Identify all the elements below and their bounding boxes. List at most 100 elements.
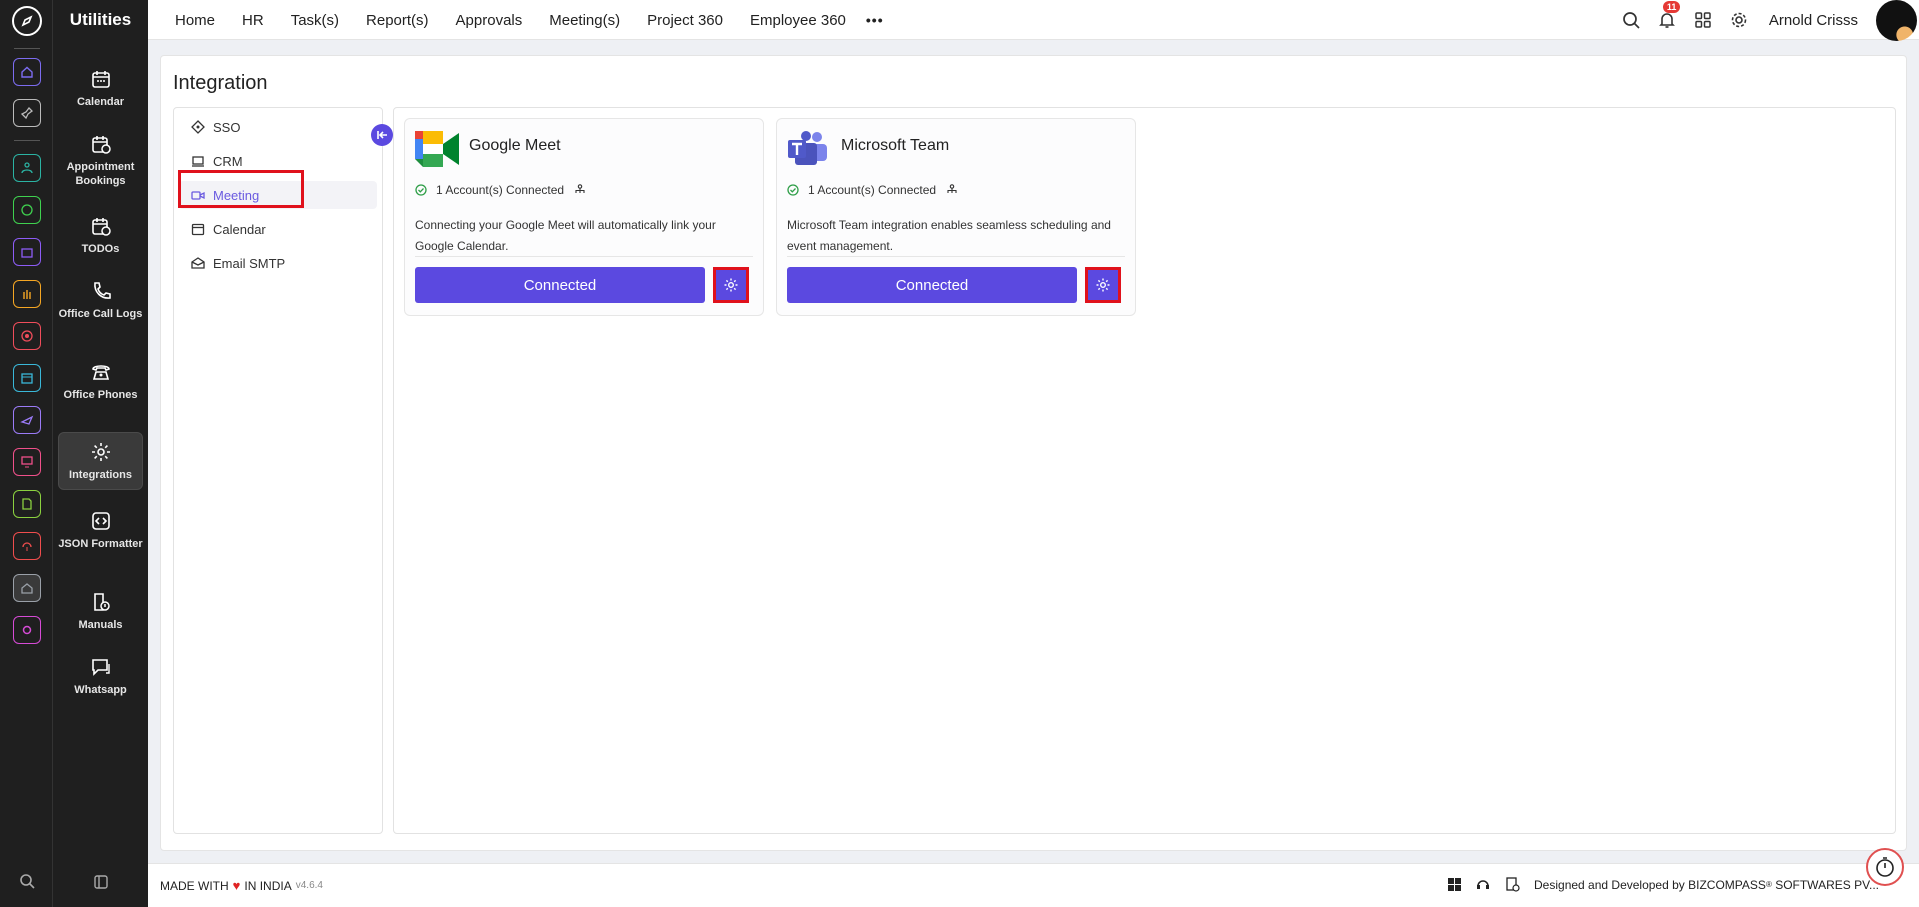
document-icon[interactable] bbox=[13, 490, 41, 518]
rail-divider bbox=[14, 140, 40, 141]
house-icon[interactable] bbox=[13, 574, 41, 602]
heart-icon: ♥ bbox=[232, 878, 241, 893]
registered-mark: ® bbox=[1765, 880, 1772, 889]
gear-icon bbox=[1096, 278, 1110, 292]
nav-hr[interactable]: HR bbox=[242, 12, 264, 29]
menu-item-email-smtp[interactable]: Email SMTP bbox=[179, 249, 377, 277]
briefcase-icon[interactable] bbox=[13, 238, 41, 266]
monitor-icon[interactable] bbox=[13, 448, 41, 476]
sidebar-item-json-formatter[interactable]: JSON Formatter bbox=[58, 502, 143, 568]
google-meet-card: Google Meet 1 Account(s) Connected Conne… bbox=[404, 118, 764, 316]
connected-button[interactable]: Connected bbox=[415, 267, 705, 303]
settings-button[interactable] bbox=[713, 267, 749, 303]
in-india-label: IN INDIA bbox=[244, 878, 292, 893]
pin-icon[interactable] bbox=[13, 99, 41, 127]
sidebar-item-label: Integrations bbox=[69, 469, 132, 481]
money-icon[interactable] bbox=[13, 196, 41, 224]
integration-name: Google Meet bbox=[469, 137, 561, 154]
gear-icon bbox=[91, 443, 110, 461]
sidebar-item-label: JSON Formatter bbox=[58, 538, 143, 550]
calendar-icon bbox=[191, 223, 205, 236]
connected-button[interactable]: Connected bbox=[787, 267, 1077, 303]
made-in-india-text: MADE WITH ♥ IN INDIA v4.6.4 bbox=[160, 878, 323, 893]
connection-status: 1 Account(s) Connected bbox=[415, 183, 595, 197]
card-divider bbox=[787, 256, 1125, 257]
document-money-icon[interactable] bbox=[1505, 877, 1520, 892]
integration-menu: SSO CRM Meeting Calendar Email SMTP bbox=[173, 107, 383, 834]
nav-tasks[interactable]: Task(s) bbox=[291, 12, 339, 29]
gear-icon bbox=[724, 278, 738, 292]
menu-item-sso[interactable]: SSO bbox=[179, 113, 377, 141]
sidebar-item-integrations[interactable]: Integrations bbox=[58, 432, 143, 490]
nav-home[interactable]: Home bbox=[175, 12, 215, 29]
nav-meetings[interactable]: Meeting(s) bbox=[549, 12, 620, 29]
sidebar-item-office-call-logs[interactable]: Office Call Logs bbox=[58, 272, 143, 338]
menu-item-label: Email SMTP bbox=[213, 255, 286, 271]
compass-logo-icon[interactable] bbox=[12, 6, 42, 36]
footer: MADE WITH ♥ IN INDIA v4.6.4 Designed and… bbox=[148, 863, 1919, 907]
settings-gear-icon[interactable] bbox=[1729, 10, 1749, 30]
nav-project-360[interactable]: Project 360 bbox=[647, 12, 723, 29]
target-icon[interactable] bbox=[13, 322, 41, 350]
nav-more-button[interactable]: ••• bbox=[866, 12, 884, 28]
arrow-left-bar-icon bbox=[377, 131, 387, 139]
archive-icon[interactable] bbox=[13, 364, 41, 392]
hierarchy-icon[interactable] bbox=[946, 184, 958, 196]
search-icon[interactable] bbox=[18, 872, 36, 890]
utilities-sidebar: Utilities Calendar Appointment Bookings … bbox=[53, 0, 148, 907]
menu-item-label: Calendar bbox=[213, 221, 266, 237]
stopwatch-button[interactable] bbox=[1866, 848, 1904, 886]
integration-description: Microsoft Team integration enables seaml… bbox=[787, 218, 1111, 253]
calendar-icon bbox=[91, 71, 110, 88]
sidebar-item-manuals[interactable]: Manuals bbox=[58, 583, 143, 635]
sidebar-item-appointment-bookings[interactable]: Appointment Bookings bbox=[58, 125, 143, 191]
mail-icon bbox=[191, 257, 205, 269]
sidebar-item-todos[interactable]: TODOs bbox=[58, 207, 143, 259]
designed-by-label: Designed and Developed by bbox=[1534, 877, 1685, 892]
status-text: 1 Account(s) Connected bbox=[808, 183, 937, 197]
menu-item-calendar[interactable]: Calendar bbox=[179, 215, 377, 243]
connection-status: 1 Account(s) Connected bbox=[787, 183, 967, 197]
home-icon[interactable] bbox=[13, 58, 41, 86]
hierarchy-icon[interactable] bbox=[574, 184, 586, 196]
notification-bell-icon[interactable]: 11 bbox=[1657, 1, 1681, 30]
hand-icon[interactable] bbox=[13, 280, 41, 308]
sidebar-collapse-icon[interactable] bbox=[93, 874, 109, 890]
version-label: v4.6.4 bbox=[295, 880, 323, 891]
plane-icon[interactable] bbox=[13, 406, 41, 434]
settings-icon[interactable] bbox=[13, 616, 41, 644]
menu-item-label: SSO bbox=[213, 119, 241, 135]
footer-right: Designed and Developed by BIZCOMPASS ® SO… bbox=[1447, 877, 1879, 892]
nav-approvals[interactable]: Approvals bbox=[456, 12, 523, 29]
sidebar-item-label: Manuals bbox=[78, 619, 123, 631]
collapse-menu-button[interactable] bbox=[371, 124, 393, 146]
notification-count-badge: 11 bbox=[1662, 1, 1681, 13]
microsoft-team-card: Microsoft Team 1 Account(s) Connected Mi… bbox=[776, 118, 1136, 316]
support-icon[interactable] bbox=[13, 532, 41, 560]
integration-cards-panel: Google Meet 1 Account(s) Connected Conne… bbox=[393, 107, 1896, 834]
search-icon[interactable] bbox=[1621, 10, 1641, 30]
nav-employee-360[interactable]: Employee 360 bbox=[750, 12, 846, 29]
sidebar-item-office-phones[interactable]: Office Phones bbox=[58, 353, 143, 419]
meeting-highlight-box bbox=[178, 170, 304, 208]
todo-icon bbox=[91, 218, 111, 236]
settings-button[interactable] bbox=[1085, 267, 1121, 303]
main-nav: Home HR Task(s) Report(s) Approvals Meet… bbox=[148, 0, 884, 40]
people-icon[interactable] bbox=[13, 154, 41, 182]
code-icon bbox=[91, 512, 110, 530]
company-suffix: SOFTWARES PV... bbox=[1775, 877, 1879, 892]
company-name: BIZCOMPASS bbox=[1688, 877, 1766, 892]
page-title: Integration bbox=[173, 72, 268, 94]
windows-icon[interactable] bbox=[1447, 877, 1462, 892]
sidebar-item-whatsapp[interactable]: Whatsapp bbox=[58, 648, 143, 700]
support-add-icon[interactable] bbox=[1476, 877, 1491, 892]
app-rail bbox=[0, 0, 53, 907]
sidebar-item-calendar[interactable]: Calendar bbox=[58, 60, 143, 110]
key-icon bbox=[191, 120, 205, 134]
apps-grid-icon[interactable] bbox=[1693, 10, 1713, 30]
user-name[interactable]: Arnold Crisss bbox=[1769, 12, 1858, 29]
nav-reports[interactable]: Report(s) bbox=[366, 12, 429, 29]
manual-icon bbox=[93, 593, 110, 611]
rail-divider bbox=[14, 48, 40, 49]
user-avatar[interactable] bbox=[1876, 0, 1917, 41]
